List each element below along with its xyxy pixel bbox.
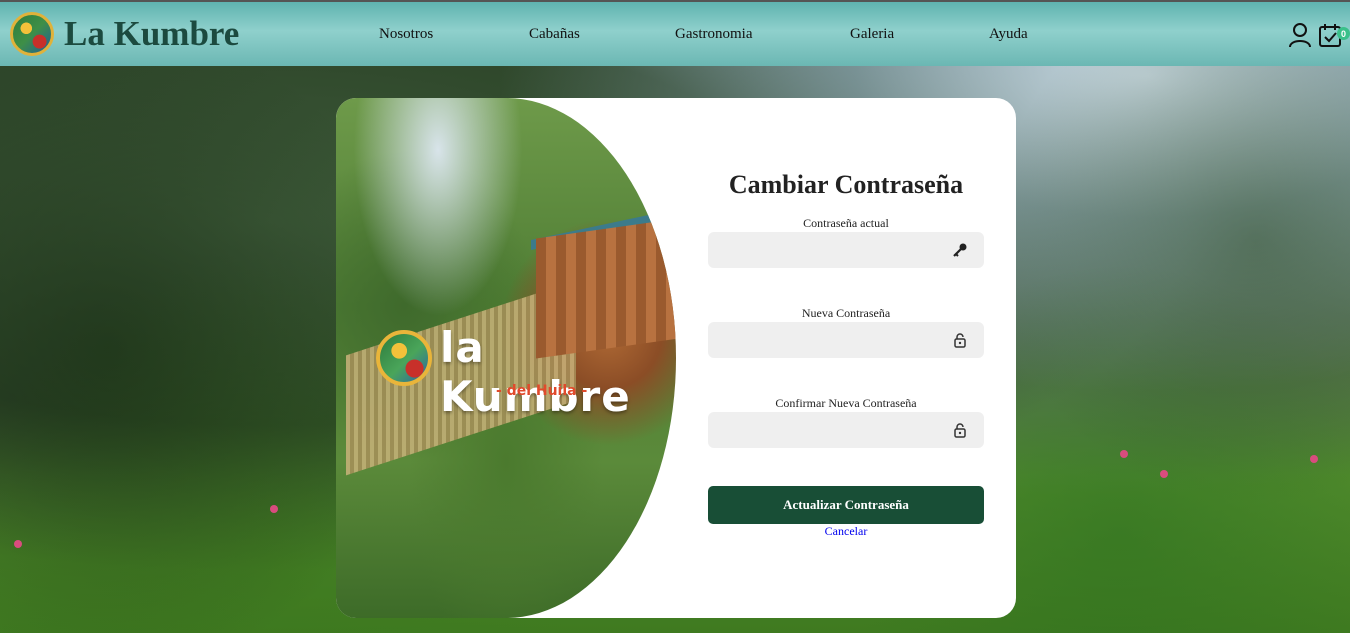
photo-logo-icon [376,330,432,386]
user-account-button[interactable] [1288,22,1312,48]
background-flower [1310,455,1318,463]
background-flower [270,505,278,513]
nav-item-gastronomia[interactable]: Gastronomia [675,26,752,43]
main-nav: Nosotros Cabañas Gastronomia Galeria Ayu… [0,26,1350,46]
current-password-input[interactable] [708,232,984,268]
confirm-password-label: Confirmar Nueva Contraseña [775,396,917,410]
key-icon [953,243,967,257]
new-password-label: Nueva Contraseña [801,306,891,320]
header-icons: 0 [1288,22,1350,48]
update-password-button[interactable]: Actualizar Contraseña [708,486,984,524]
background-flower [14,540,22,548]
change-password-form: Cambiar Contraseña Contraseña actual Nue… [708,98,984,618]
nav-item-galeria[interactable]: Galeria [850,26,894,43]
cart-button[interactable]: 0 [1318,22,1350,48]
cancel-link[interactable]: Cancelar [708,524,984,539]
user-icon [1289,23,1311,48]
lock-icon [954,333,966,348]
cart-count-badge: 0 [1337,27,1350,40]
confirm-password-input[interactable] [708,412,984,448]
top-navigation-bar: La Kumbre Nosotros Cabañas Gastronomia G… [0,0,1350,66]
nav-item-ayuda[interactable]: Ayuda [989,26,1028,43]
background-flower [1160,470,1168,478]
background-flower [1120,450,1128,458]
nav-item-nosotros[interactable]: Nosotros [379,26,433,43]
photo-brand-text: la Kumbre [440,323,631,421]
page-title: Cambiar Contraseña [728,170,964,199]
lock-icon [954,423,966,438]
change-password-card: la Kumbre - del Huila - Cambiar Contrase… [336,98,1016,618]
new-password-input[interactable] [708,322,984,358]
nav-item-cabanas[interactable]: Cabañas [529,26,580,43]
photo-brand-subtext: - del Huila - [496,383,588,399]
cabin-photo: la Kumbre - del Huila - [336,98,676,618]
current-password-label: Contraseña actual [803,216,889,230]
